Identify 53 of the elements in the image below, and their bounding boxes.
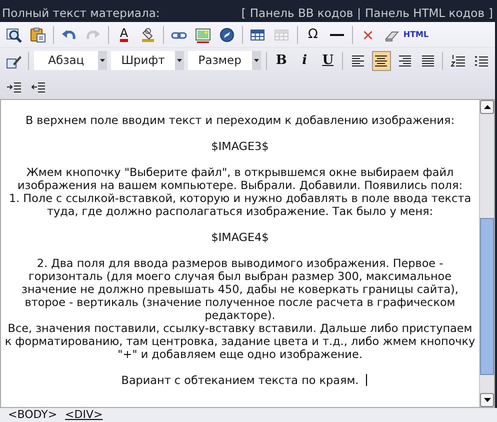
dropdown-label: Шрифт — [120, 52, 166, 69]
editor-text-line: 1. Поле с ссылкой-вставкой, которую и нужно добавлять в поле ввода текста — [8, 192, 472, 205]
dropdown-label: Размер — [197, 52, 242, 69]
dropdown[interactable]: Абзац — [34, 51, 108, 70]
editor-text-line: "+" и добавляем еще одно изображение. — [118, 348, 362, 361]
editor-text-line: Вариант с обтеканием текста по краям. — [121, 374, 359, 387]
scroll-up-icon[interactable] — [480, 100, 494, 114]
special-character-button[interactable]: Ω — [308, 26, 318, 42]
underline-button[interactable]: U — [322, 52, 334, 68]
link-divider: | — [357, 6, 362, 20]
editor-text-line: туда, где должно располагаться изображение. Так было у меня: — [46, 205, 434, 218]
editor-text-line: редакторе). — [204, 309, 276, 322]
bb-codes-link[interactable]: Панель BB кодов — [250, 6, 354, 20]
align-right-icon[interactable] — [396, 52, 413, 68]
bracket: [ — [241, 6, 246, 20]
compass-icon[interactable] — [219, 26, 235, 42]
align-left-icon[interactable] — [350, 52, 366, 68]
dropdown-label: Абзац — [47, 52, 86, 69]
paste-icon[interactable] — [30, 26, 46, 42]
image-icon[interactable] — [195, 26, 211, 42]
editor-text-line: Все, значения поставили, ссылку-вставку вставили. Дальше либо приступаем — [8, 322, 472, 335]
scroll-thumb[interactable] — [480, 218, 494, 375]
scroll-down-icon[interactable] — [480, 393, 494, 407]
editor-text-line: $IMAGE4$ — [211, 231, 269, 244]
editor-text-line: $IMAGE3$ — [211, 140, 269, 153]
justify-icon[interactable] — [420, 52, 436, 68]
editor-text-line: 2. Два поля для ввода размеров выводимого изображения. Первое - — [36, 257, 444, 270]
editor-text-line: В верхнем поле вводим текст и переходим к добавлению изображения: — [25, 114, 455, 127]
dropdown[interactable]: Размер — [188, 51, 261, 70]
html-codes-link[interactable]: Панель HTML кодов — [365, 6, 484, 20]
editor-text-line: к форматированию, там центровка, задание цвета и т.д., либо жмем кнопочку — [4, 335, 476, 348]
numbered-list-icon[interactable] — [450, 52, 466, 68]
align-center-icon[interactable] — [373, 52, 390, 68]
remove-format-button[interactable]: × — [362, 26, 374, 42]
preview-icon[interactable] — [6, 26, 22, 42]
editor-text-line: значение не должно превышать 450, дабы не коверкать границы сайта), — [22, 283, 458, 296]
editor-text-line: Жмем кнопочку "Выберите файл", в открывшемся окне выбираем файл — [26, 166, 454, 179]
table-icon[interactable] — [250, 26, 266, 42]
bold-button[interactable]: B — [276, 52, 287, 68]
dropdown[interactable]: Шрифт — [111, 51, 184, 70]
italic-button[interactable]: i — [302, 52, 308, 68]
editor-text-line: второе - вертикаль (значение полученное после расчета в графическом — [24, 296, 456, 309]
html-button[interactable]: HTML — [403, 26, 429, 42]
element-path-link[interactable]: <BODY> — [8, 408, 58, 422]
highlight-icon[interactable] — [140, 26, 156, 42]
element-path-link[interactable]: <DIV> — [65, 408, 103, 422]
scrollbar[interactable] — [479, 100, 494, 407]
text-color-button[interactable]: A — [120, 27, 128, 42]
editor-text-line: изображения на вашем компьютере. Выбрали. Добавили. Появились поля: — [18, 179, 462, 192]
text-cursor — [366, 374, 367, 386]
editor-text-line: горизонталь (для моего случая был выбран размер 300, максимальное — [28, 270, 452, 283]
bracket: ] — [488, 6, 493, 20]
field-title: Полный текст материала: — [2, 6, 160, 20]
